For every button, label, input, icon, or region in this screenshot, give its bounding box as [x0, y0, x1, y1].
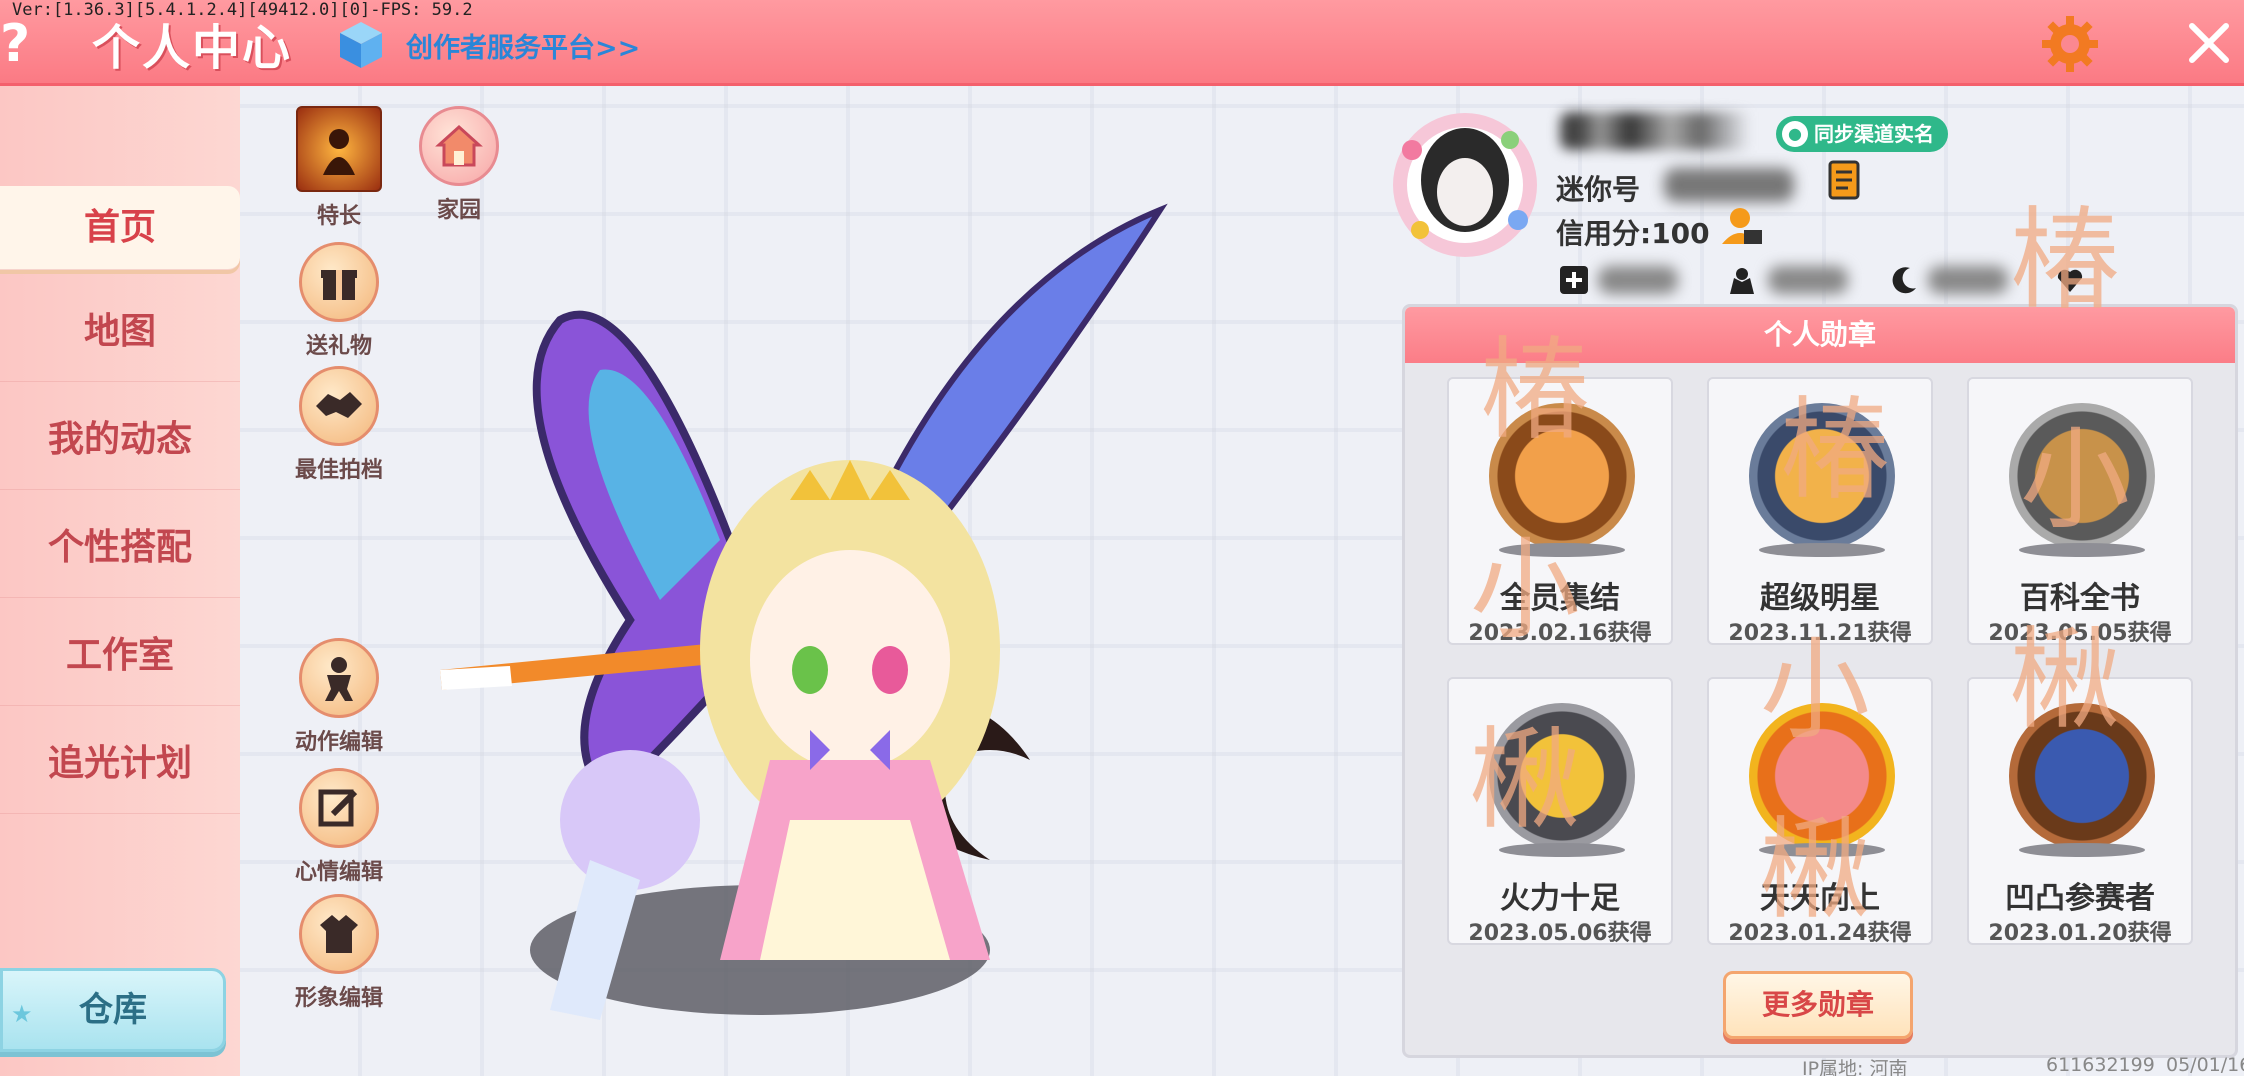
mood-edit-icon: [299, 768, 379, 848]
nickname-redacted: [1560, 112, 1760, 150]
realname-sync-badge[interactable]: ● 同步渠道实名: [1776, 116, 1948, 152]
warehouse-button[interactable]: ★ 仓库: [0, 968, 226, 1052]
medal-shadow: [2019, 543, 2145, 557]
footer-date: 05/01/16: [2166, 1054, 2244, 1076]
medal-date: 2023.01.20获得: [1988, 921, 2172, 946]
medal-icon: [1749, 403, 1895, 549]
close-icon[interactable]: [2186, 20, 2232, 66]
feature-mood-edit[interactable]: 心情编辑: [284, 768, 394, 886]
version-info: Ver:[1.36.3][5.4.1.2.4][49412.0][0]-FPS:…: [12, 0, 473, 20]
sidebar-item-outfit[interactable]: 个性搭配: [0, 498, 240, 598]
medal-icon: [1489, 403, 1635, 549]
mini-id-redacted: [1664, 168, 1794, 202]
medal-name: 全员集结: [1500, 581, 1620, 616]
feature-label: 形象编辑: [294, 986, 383, 1011]
feature-label: 送礼物: [305, 334, 372, 359]
realname-label: 同步渠道实名: [1814, 122, 1934, 146]
feature-label: 动作编辑: [294, 730, 383, 755]
medal-name: 天天向上: [1760, 881, 1880, 916]
medal-date: 2023.05.06获得: [1468, 921, 1652, 946]
profile-stats-row: [1558, 260, 2118, 300]
user-id-footer: 611632199: [2046, 1054, 2155, 1076]
feature-label: 心情编辑: [294, 860, 383, 885]
ip-location: IP属地: 河南: [1802, 1058, 1908, 1076]
medal-card[interactable]: 火力十足 2023.05.06获得: [1447, 677, 1673, 946]
medal-date: 2023.11.21获得: [1728, 621, 1912, 646]
medal-card[interactable]: 凹凸参赛者 2023.01.20获得: [1967, 677, 2193, 946]
action-edit-icon: [299, 638, 379, 718]
feature-talent[interactable]: 特长: [284, 106, 394, 230]
stat-redacted: [1928, 266, 2008, 294]
credit-user-icon[interactable]: [1720, 204, 1764, 248]
medal-name: 火力十足: [1500, 881, 1620, 916]
sidebar-item-map[interactable]: 地图: [0, 282, 240, 382]
medal-panel: 个人勋章 全员集结 2023.02.16获得 超级明星 2023.11.21获得…: [1402, 304, 2238, 1058]
gear-icon[interactable]: [2040, 14, 2100, 74]
medal-shadow: [2019, 843, 2145, 857]
feature-gift[interactable]: 送礼物: [284, 242, 394, 360]
medal-card[interactable]: 全员集结 2023.02.16获得: [1447, 377, 1673, 646]
add-friend-icon[interactable]: [1558, 264, 1590, 296]
creator-platform-link[interactable]: 创作者服务平台>>: [406, 26, 640, 65]
heart-icon[interactable]: [2054, 264, 2086, 296]
feature-label: 特长: [316, 204, 361, 229]
medal-name: 凹凸参赛者: [2005, 881, 2155, 916]
sidebar-item-feed[interactable]: 我的动态: [0, 390, 240, 490]
medal-name: 超级明星: [1760, 581, 1880, 616]
sidebar-item-home[interactable]: 首页: [0, 186, 240, 270]
realname-icon: ●: [1782, 121, 1808, 147]
feature-best-partner[interactable]: 最佳拍档: [284, 366, 394, 484]
talent-icon: [296, 106, 382, 192]
user-avatar[interactable]: [1390, 110, 1540, 260]
medal-icon: [1749, 703, 1895, 849]
medal-card[interactable]: 百科全书 2023.05.05获得: [1967, 377, 2193, 646]
medal-icon: [2009, 403, 2155, 549]
medal-icon: [1489, 703, 1635, 849]
medal-card[interactable]: 天天向上 2023.01.24获得: [1707, 677, 1933, 946]
copy-icon[interactable]: [1826, 160, 1866, 204]
character-fairy-avatar[interactable]: [430, 200, 1230, 1030]
medal-shadow: [1499, 843, 1625, 857]
medal-card[interactable]: 超级明星 2023.11.21获得: [1707, 377, 1933, 646]
stat-redacted: [1768, 266, 1848, 294]
help-icon[interactable]: ?: [0, 14, 40, 74]
medal-icon: [2009, 703, 2155, 849]
feature-action-edit[interactable]: 动作编辑: [284, 638, 394, 756]
gift-icon: [299, 242, 379, 322]
sidebar: 首页 地图 我的动态 个性搭配 工作室 追光计划 ★ 仓库: [0, 86, 240, 1076]
fans-icon[interactable]: [1726, 264, 1758, 296]
handshake-icon: [299, 366, 379, 446]
avatar-edit-icon: [299, 894, 379, 974]
home-icon: [419, 106, 499, 186]
star-icon: ★: [11, 1000, 33, 1028]
mini-id-label: 迷你号: [1556, 173, 1641, 206]
more-medals-button[interactable]: 更多勋章: [1723, 971, 1913, 1039]
medal-panel-title: 个人勋章: [1405, 307, 2235, 363]
credit-score: 信用分:100: [1556, 217, 1710, 250]
medal-shadow: [1759, 843, 1885, 857]
medal-date: 2023.05.05获得: [1988, 621, 2172, 646]
warehouse-label: 仓库: [79, 990, 147, 1030]
medal-date: 2023.01.24获得: [1728, 921, 1912, 946]
stat-redacted: [1598, 266, 1678, 294]
medal-date: 2023.02.16获得: [1468, 621, 1652, 646]
feature-avatar-edit[interactable]: 形象编辑: [284, 894, 394, 1012]
moon-icon[interactable]: [1888, 264, 1920, 296]
feature-label: 最佳拍档: [294, 458, 383, 483]
medal-shadow: [1759, 543, 1885, 557]
medal-shadow: [1499, 543, 1625, 557]
medal-name: 百科全书: [2020, 581, 2140, 616]
sidebar-item-light-plan[interactable]: 追光计划: [0, 714, 240, 814]
sidebar-item-studio[interactable]: 工作室: [0, 606, 240, 706]
cube-icon: [340, 22, 382, 68]
